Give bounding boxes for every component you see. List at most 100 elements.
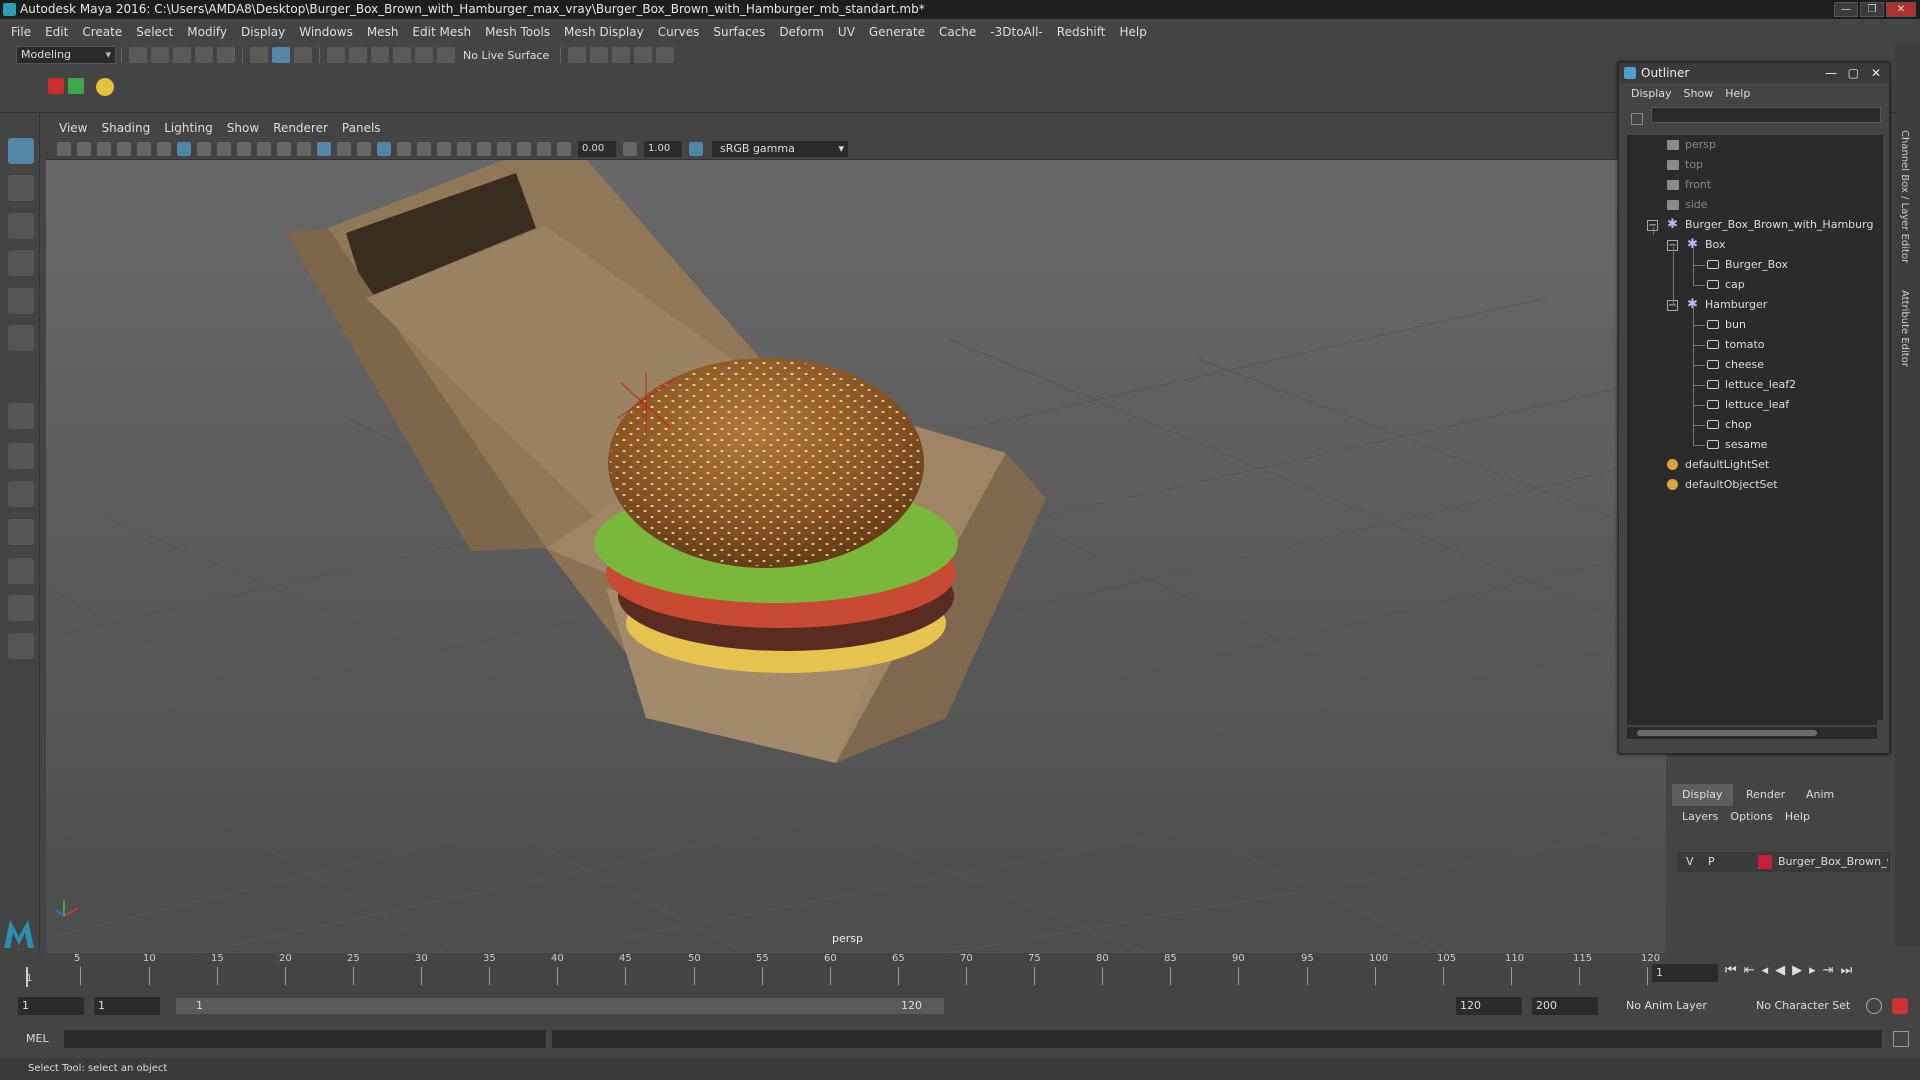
outliner-item-cheese[interactable]: cheese (1627, 355, 1877, 375)
outliner-item-side[interactable]: side (1627, 195, 1877, 215)
time-slider[interactable]: 1 5 10 15 20 25 30 35 40 45 50 55 60 65 70 75 80 85 90 95 10… (26, 953, 1666, 989)
menu-mesh[interactable]: Mesh (360, 25, 406, 39)
move-tool-icon[interactable] (8, 250, 34, 276)
safe-action-icon[interactable] (277, 141, 291, 156)
outliner-item-burger-box[interactable]: Burger_Box (1627, 255, 1877, 275)
single-view-layout-icon[interactable] (8, 403, 34, 429)
menu-create[interactable]: Create (75, 25, 129, 39)
film-gate-icon[interactable] (197, 141, 211, 156)
scroll-thumb[interactable] (1637, 730, 1817, 736)
menu-redshift[interactable]: Redshift (1050, 25, 1113, 39)
snap-grid-icon[interactable] (327, 47, 345, 63)
menu-display[interactable]: Display (234, 25, 292, 39)
view-transform-dropdown[interactable]: sRGB gamma ▾ (712, 140, 848, 157)
image-plane-icon[interactable] (117, 141, 131, 156)
outliner-filter-icon[interactable] (1631, 113, 1643, 125)
uv-layout-icon[interactable] (8, 595, 34, 621)
redo-icon[interactable] (217, 47, 235, 63)
layer-color-swatch[interactable] (1758, 855, 1772, 869)
outliner-item-hamburger-group[interactable]: − ✱ Hamburger (1627, 295, 1877, 315)
go-to-end-icon[interactable]: ⏭ (1841, 963, 1853, 978)
use-default-material-icon[interactable] (337, 141, 351, 156)
outliner-vertical-scrollbar[interactable] (1873, 135, 1883, 720)
viewport-menu-renderer[interactable]: Renderer (266, 121, 335, 135)
select-hierarchy-icon[interactable] (250, 47, 268, 63)
field-chart-icon[interactable] (257, 141, 271, 156)
menu-help[interactable]: Help (1112, 25, 1153, 39)
gamma-field[interactable]: 1.00 (644, 140, 682, 157)
paint-select-tool-icon[interactable] (8, 213, 34, 239)
current-frame-field[interactable]: 1 (1652, 964, 1718, 982)
outliner-item-persp[interactable]: persp (1627, 135, 1877, 155)
render-settings-icon[interactable] (634, 47, 653, 63)
outliner-item-top[interactable]: top (1627, 155, 1877, 175)
four-view-layout-icon[interactable] (8, 443, 34, 469)
screen-space-ao-icon[interactable] (437, 141, 451, 156)
step-back-frame-icon[interactable]: ◂ (1762, 963, 1769, 978)
outliner-item-box-group[interactable]: − ✱ Box (1627, 235, 1877, 255)
close-red-icon[interactable] (48, 78, 64, 94)
grease-pencil-icon[interactable] (157, 141, 171, 156)
outliner-title-bar[interactable]: Outliner — ▢ ✕ (1619, 63, 1889, 83)
outliner-menu-help[interactable]: Help (1719, 87, 1756, 100)
isolate-select-icon[interactable] (497, 141, 511, 156)
layer-visibility-toggle[interactable]: V (1686, 852, 1694, 872)
save-scene-icon[interactable] (173, 47, 191, 63)
menu-curves[interactable]: Curves (651, 25, 707, 39)
viewport-menu-view[interactable]: View (52, 121, 94, 135)
gamma-icon[interactable] (623, 141, 637, 156)
outliner-item-root-group[interactable]: − ✱ Burger_Box_Brown_with_Hamburg (1627, 215, 1877, 235)
select-object-icon[interactable] (272, 47, 290, 63)
outliner-menu-show[interactable]: Show (1678, 87, 1720, 100)
step-forward-key-icon[interactable]: ⇥ (1823, 963, 1834, 978)
layer-tab-display[interactable]: Display (1672, 784, 1733, 806)
layer-menu-options[interactable]: Options (1730, 810, 1772, 823)
outliner-item-bun[interactable]: bun (1627, 315, 1877, 335)
viewport-menu-panels[interactable]: Panels (335, 121, 388, 135)
character-set-dropdown[interactable]: No Character Set (1752, 997, 1860, 1015)
outliner-item-default-light-set[interactable]: defaultLightSet (1627, 455, 1877, 475)
anti-aliasing-icon[interactable] (477, 141, 491, 156)
motion-blur-icon[interactable] (457, 141, 471, 156)
two-view-layout-icon[interactable] (8, 481, 34, 507)
outliner-minimize-button[interactable]: — (1825, 63, 1837, 83)
menu-set-dropdown[interactable]: Modeling ▾ (16, 46, 116, 64)
bookmark-icon[interactable] (97, 141, 111, 156)
viewport-menu-shading[interactable]: Shading (94, 121, 157, 135)
outliner-item-front[interactable]: front (1627, 175, 1877, 195)
outliner-item-sesame[interactable]: sesame (1627, 435, 1877, 455)
select-tool-icon[interactable] (8, 138, 34, 164)
xray-joints-icon[interactable] (537, 141, 551, 156)
range-slider[interactable]: 1 120 (176, 998, 944, 1014)
ipr-render-icon[interactable] (612, 47, 631, 63)
play-forward-icon[interactable]: ▶ (1792, 963, 1802, 978)
outliner-item-tomato[interactable]: tomato (1627, 335, 1877, 355)
menu-mesh-display[interactable]: Mesh Display (557, 25, 651, 39)
hypershade-icon[interactable] (656, 47, 675, 63)
attribute-editor-tab[interactable]: Attribute Editor (1899, 290, 1910, 367)
command-language-label[interactable]: MEL (26, 1032, 49, 1045)
select-camera-icon[interactable] (57, 141, 71, 156)
menu-cache[interactable]: Cache (932, 25, 983, 39)
menu-edit[interactable]: Edit (38, 25, 75, 39)
channel-box-tab[interactable]: Channel Box / Layer Editor (1899, 130, 1910, 263)
live-surface-label[interactable]: No Live Surface (457, 49, 555, 62)
snap-curve-icon[interactable] (349, 47, 367, 63)
resolution-gate-icon[interactable] (217, 141, 231, 156)
play-backward-icon[interactable]: ◀ (1775, 963, 1785, 978)
outliner-item-cap[interactable]: cap (1627, 275, 1877, 295)
step-forward-frame-icon[interactable]: ▸ (1809, 963, 1816, 978)
current-time-indicator[interactable] (26, 967, 28, 987)
preferences-icon[interactable] (1892, 998, 1908, 1014)
lock-camera-icon[interactable] (77, 141, 91, 156)
layer-playback-toggle[interactable]: P (1708, 852, 1715, 872)
layer-tab-render[interactable]: Render (1736, 784, 1795, 806)
layer-row[interactable]: V P Burger_Box_Brown_with (1678, 852, 1890, 872)
smooth-shade-icon[interactable] (317, 141, 331, 156)
script-editor-icon[interactable] (1893, 1031, 1909, 1047)
outliner-close-button[interactable]: ✕ (1871, 63, 1881, 83)
wireframe-on-shaded-icon[interactable] (357, 141, 371, 156)
select-component-icon[interactable] (294, 47, 312, 63)
gate-mask-icon[interactable] (237, 141, 251, 156)
layer-menu-layers[interactable]: Layers (1682, 810, 1718, 823)
